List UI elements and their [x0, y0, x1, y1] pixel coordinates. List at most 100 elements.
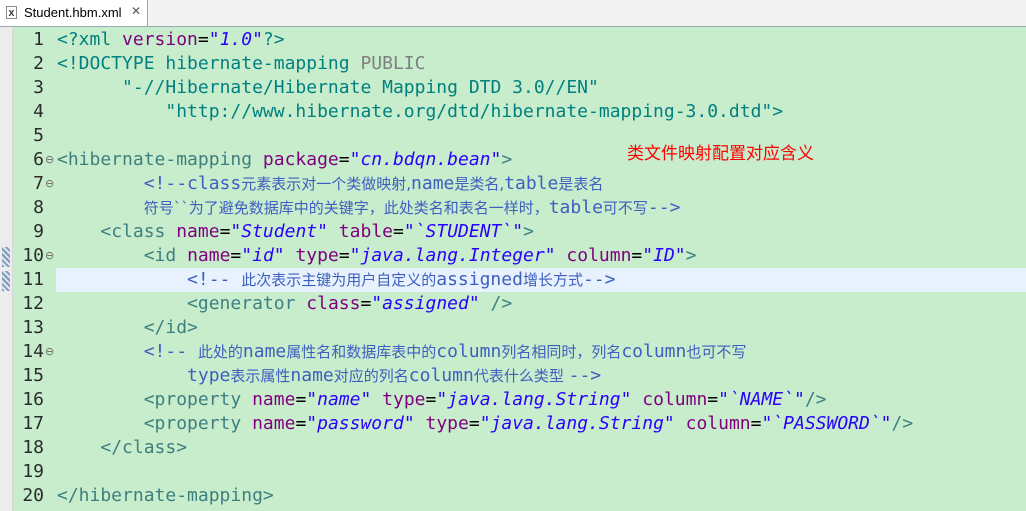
xml-decl-end: ?> — [262, 29, 285, 50]
attr-value: "`STUDENT`" — [403, 221, 524, 242]
line-number: 1 — [33, 29, 44, 50]
code-line-8[interactable]: 符号``为了避免数据库中的关键字，此处类名和表名一样时，table可不写--> — [57, 196, 681, 220]
comment-text: 此次表示主键为用户自定义的 — [241, 271, 437, 289]
line-number: 15 — [22, 365, 44, 386]
attr-value: "java.lang.Integer" — [349, 245, 556, 266]
code-line-16[interactable]: <property name="name" type="java.lang.St… — [57, 388, 827, 412]
code-line-1[interactable]: <?xml version="1.0"?> — [57, 28, 285, 52]
comment-text: 代表什么类型 — [473, 367, 569, 385]
xml-file-icon: X — [6, 6, 17, 19]
equals: = — [219, 221, 231, 242]
attr-value: "name" — [306, 389, 372, 410]
comment-text: 增长方式 — [522, 271, 583, 289]
tag: <property — [143, 389, 253, 410]
annotation-note: 类文件映射配置对应含义 — [627, 144, 814, 164]
comment-text: 符号``为了避免数据库中的关键字，此处类名和表名一样时， — [143, 199, 549, 217]
attr-value: "1.0" — [208, 29, 263, 50]
comment: <!-- — [143, 341, 198, 362]
attr-value: "java.lang.String" — [479, 413, 675, 434]
fold-collapse-icon[interactable]: ⊖ — [45, 172, 54, 196]
comment-text: 表示属性 — [230, 367, 291, 385]
code-line-6[interactable]: <hibernate-mapping package="cn.bdqn.bean… — [57, 148, 512, 172]
attr-name: type — [284, 245, 339, 266]
code-line-15[interactable]: type表示属性name对应的列名column代表什么类型 --> — [57, 364, 601, 388]
tag-end: > — [685, 245, 697, 266]
comment-text: 列名相同时，列名 — [501, 343, 622, 361]
comment-text: 可不写 — [602, 199, 648, 217]
code-line-3[interactable]: "-//Hibernate/Hibernate Mapping DTD 3.0/… — [57, 76, 599, 100]
code-line-12[interactable]: <generator class="assigned" /> — [57, 292, 512, 316]
tag: <hibernate-mapping — [57, 149, 263, 170]
tab-student-hbm-xml[interactable]: X Student.hbm.xml ✕ — [0, 0, 148, 26]
attr-name: type — [371, 389, 426, 410]
line-number: 4 — [33, 101, 44, 122]
attr-value: "`PASSWORD`" — [761, 413, 892, 434]
code-line-14[interactable]: <!-- 此处的name属性名和数据库表中的column列名相同时，列名colu… — [57, 340, 747, 364]
comment-end: --> — [582, 269, 616, 290]
comment-text: 是类名, — [454, 175, 505, 193]
comment-text: 是表名 — [558, 175, 604, 193]
code-line-11[interactable]: <!-- 此次表示主键为用户自定义的assigned增长方式--> — [57, 268, 615, 292]
doctype-public: PUBLIC — [360, 53, 426, 74]
code-line-2[interactable]: <!DOCTYPE hibernate-mapping PUBLIC — [57, 52, 425, 76]
code-line-10[interactable]: <id name="id" type="java.lang.Integer" c… — [57, 244, 697, 268]
comment: <!--class — [143, 173, 242, 194]
equals: = — [468, 413, 480, 434]
comment-end: --> — [568, 365, 602, 386]
line-number: 6 — [33, 149, 44, 170]
comment: column — [436, 341, 502, 362]
tag: <generator — [187, 293, 307, 314]
equals: = — [393, 221, 404, 242]
code-line-4[interactable]: "http://www.hibernate.org/dtd/hibernate-… — [57, 100, 783, 124]
comment: <!-- — [187, 269, 242, 290]
tag: </class> — [100, 437, 188, 458]
line-number: 8 — [33, 197, 44, 218]
code-line-9[interactable]: <class name="Student" table="`STUDENT`"> — [57, 220, 534, 244]
comment-text: 元素表示对一个类做映射, — [241, 175, 412, 193]
attr-value: "id" — [241, 245, 285, 266]
comment-end: --> — [647, 197, 681, 218]
tag-end: /> — [479, 293, 513, 314]
change-marker — [2, 247, 10, 267]
equals: = — [360, 293, 372, 314]
equals: = — [425, 389, 437, 410]
line-number: 3 — [33, 77, 44, 98]
line-number: 7 — [33, 173, 44, 194]
equals: = — [295, 413, 307, 434]
line-number: 12 — [22, 293, 44, 314]
attr-value: "assigned" — [371, 293, 480, 314]
line-number: 10 — [22, 245, 44, 266]
comment-text: 对应的列名 — [333, 367, 409, 385]
comment: column — [621, 341, 687, 362]
tag-end: > — [501, 149, 513, 170]
code-line-13[interactable]: </id> — [57, 316, 198, 340]
code-line-7[interactable]: <!--class元素表示对一个类做映射,name是类名,table是表名 — [57, 172, 604, 196]
xml-decl: <?xml — [57, 29, 123, 50]
tag: </id> — [143, 317, 198, 338]
equals: = — [295, 389, 307, 410]
line-number: 14 — [22, 341, 44, 362]
attr-name: version — [122, 29, 198, 50]
attr-name: type — [414, 413, 469, 434]
code-line-20[interactable]: </hibernate-mapping> — [57, 484, 274, 508]
close-tab-icon[interactable]: ✕ — [131, 4, 141, 18]
code-line-17[interactable]: <property name="password" type="java.lan… — [57, 412, 914, 436]
doctype: <!DOCTYPE hibernate-mapping — [57, 53, 361, 74]
comment: name — [411, 173, 455, 194]
equals: = — [707, 389, 719, 410]
attr-name: package — [262, 149, 339, 170]
tag-end: > — [523, 221, 534, 242]
doctype-sysid: "http://www.hibernate.org/dtd/hibernate-… — [165, 101, 784, 122]
equals: = — [338, 245, 350, 266]
fold-collapse-icon[interactable]: ⊖ — [45, 148, 54, 172]
comment: type — [187, 365, 231, 386]
tab-label: Student.hbm.xml — [24, 5, 122, 20]
code-line-18[interactable]: </class> — [57, 436, 187, 460]
attr-name: column — [555, 245, 632, 266]
change-marker — [2, 271, 10, 291]
attr-name: column — [674, 413, 751, 434]
comment-text: 此处的 — [197, 343, 243, 361]
fold-collapse-icon[interactable]: ⊖ — [45, 340, 54, 364]
fold-collapse-icon[interactable]: ⊖ — [45, 244, 54, 268]
equals: = — [750, 413, 762, 434]
